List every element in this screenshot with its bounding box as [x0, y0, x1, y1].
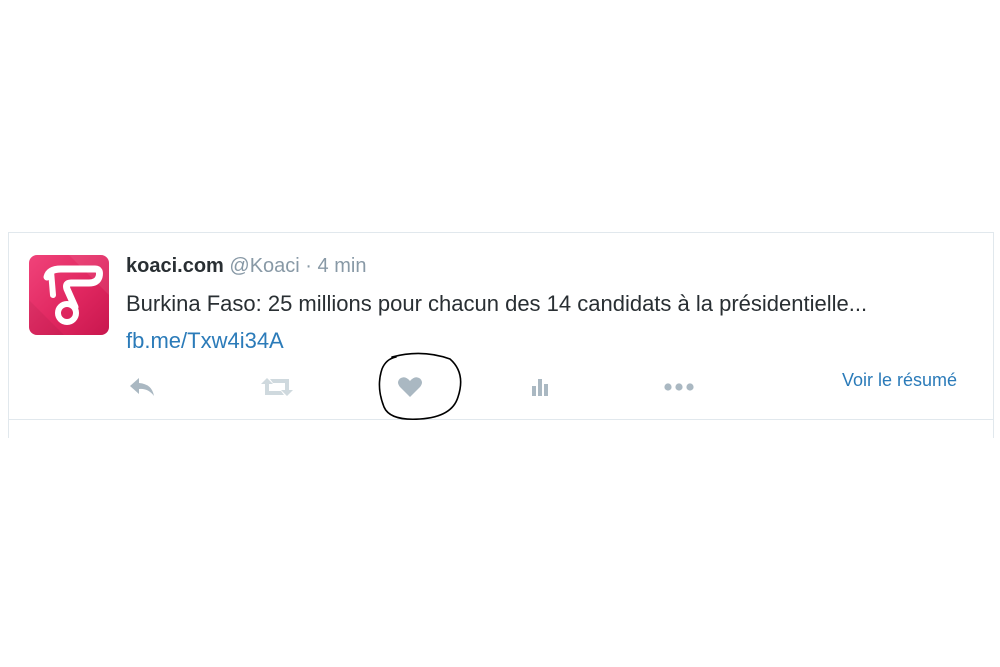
analytics-icon [532, 379, 548, 396]
koaci-logo-icon [29, 255, 109, 335]
heart-icon [398, 377, 422, 397]
tweet-text: Burkina Faso: 25 millions pour chacun de… [126, 285, 906, 359]
more-button[interactable] [661, 373, 697, 401]
account-fullname[interactable]: koaci.com [126, 255, 224, 277]
retweet-icon [261, 378, 293, 396]
view-summary-link[interactable]: Voir le résumé [842, 370, 957, 391]
tweet-card[interactable]: koaci.com @Koaci · 4 min Burkina Faso: 2… [8, 232, 994, 421]
reply-icon [130, 378, 154, 396]
tweet-header: koaci.com @Koaci · 4 min [126, 253, 366, 279]
timeline-edge [8, 420, 994, 438]
reply-button[interactable] [124, 373, 160, 401]
header-separator: · [305, 255, 312, 277]
tweet-body: Burkina Faso: 25 millions pour chacun de… [126, 291, 868, 316]
avatar[interactable] [29, 255, 109, 335]
retweet-button[interactable] [259, 373, 295, 401]
more-icon [664, 383, 694, 391]
tweet-link[interactable]: fb.me/Txw4i34A [126, 328, 284, 353]
account-handle[interactable]: @Koaci [229, 255, 299, 277]
analytics-button[interactable] [522, 373, 558, 401]
like-button[interactable] [392, 373, 428, 401]
tweet-timestamp[interactable]: 4 min [318, 255, 367, 277]
